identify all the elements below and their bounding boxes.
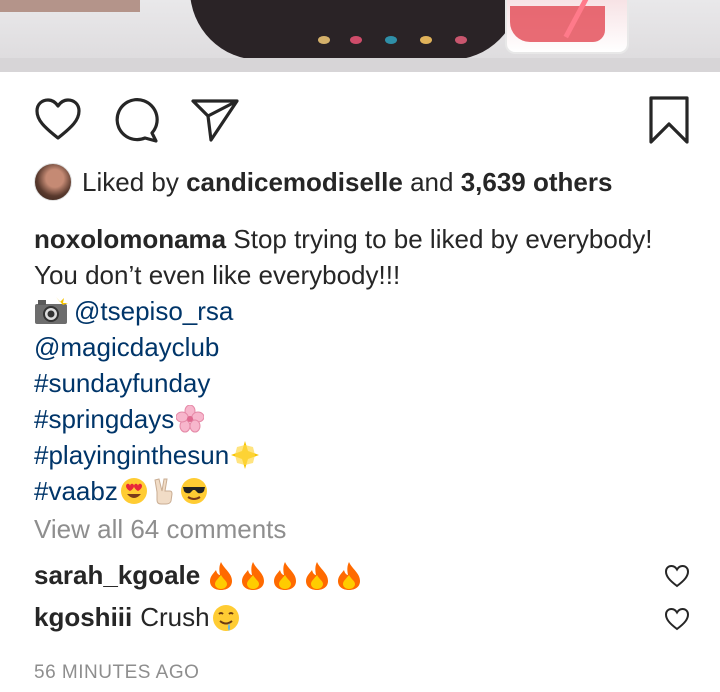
likes-count[interactable]: 3,639 others (461, 167, 613, 198)
photo-detail (385, 36, 397, 44)
victory-hand-icon (154, 478, 173, 505)
likes-prefix: Liked by (82, 166, 179, 197)
bookmark-icon[interactable] (647, 95, 691, 145)
comment-like-heart-icon[interactable] (664, 564, 690, 593)
comment-row: sarah_kgoale (34, 560, 362, 591)
sun-sparkle-icon (231, 441, 260, 469)
post-photo[interactable] (0, 0, 720, 72)
caption-text: Stop trying to be liked by everybody! (233, 224, 653, 254)
comment-bubble-icon[interactable] (112, 97, 160, 143)
fire-icon (242, 561, 265, 590)
avatar[interactable] (34, 163, 72, 201)
paper-plane-icon[interactable] (190, 97, 240, 143)
fire-icon (210, 561, 233, 590)
mention-link[interactable]: @tsepiso_rsa (74, 296, 233, 326)
fire-icon (306, 561, 329, 590)
likes-and: and (410, 166, 454, 197)
mention-link[interactable]: @magicdayclub (34, 332, 219, 362)
caption-username[interactable]: noxolomonama (34, 224, 226, 254)
comment-username[interactable]: kgoshiii (34, 602, 132, 633)
post-timestamp: 56 MINUTES AGO (34, 662, 200, 683)
likes-summary[interactable]: Liked by candicemodiselle and 3,639 othe… (34, 163, 612, 201)
action-bar (0, 95, 720, 147)
comment-like-heart-icon[interactable] (664, 607, 690, 636)
caption-text: You don’t even like everybody!!! (34, 260, 401, 290)
fire-emojis (208, 561, 362, 591)
heart-eyes-emoji-icon (120, 478, 147, 504)
heart-icon[interactable] (34, 97, 82, 141)
view-all-comments-link[interactable]: View all 64 comments (34, 514, 286, 545)
fire-icon (338, 561, 361, 590)
fire-icon (274, 561, 297, 590)
photo-detail (510, 6, 605, 42)
hashtag-link[interactable]: #sundayfunday (34, 368, 210, 398)
post-caption: noxolomonama Stop trying to be liked by … (34, 221, 704, 509)
hashtag-link[interactable]: #vaabz (34, 476, 118, 506)
photo-detail (350, 36, 362, 44)
photo-detail (318, 36, 330, 44)
comment-text: Crush (140, 602, 210, 632)
drooling-face-emoji-icon (212, 604, 239, 631)
comment-row: kgoshiii Crush (34, 602, 240, 633)
hashtag-link[interactable]: #springdays (34, 404, 174, 434)
photo-detail (455, 36, 467, 44)
camera-flash-icon (35, 297, 68, 324)
comment-username[interactable]: sarah_kgoale (34, 560, 200, 591)
liker-username[interactable]: candicemodiselle (186, 167, 403, 198)
hashtag-link[interactable]: #playinginthesun (34, 440, 229, 470)
photo-detail (0, 58, 720, 72)
sunglasses-emoji-icon (180, 478, 207, 504)
photo-detail (0, 0, 140, 12)
photo-detail (190, 0, 520, 60)
photo-detail (420, 36, 432, 44)
cherry-blossom-icon (176, 405, 205, 433)
